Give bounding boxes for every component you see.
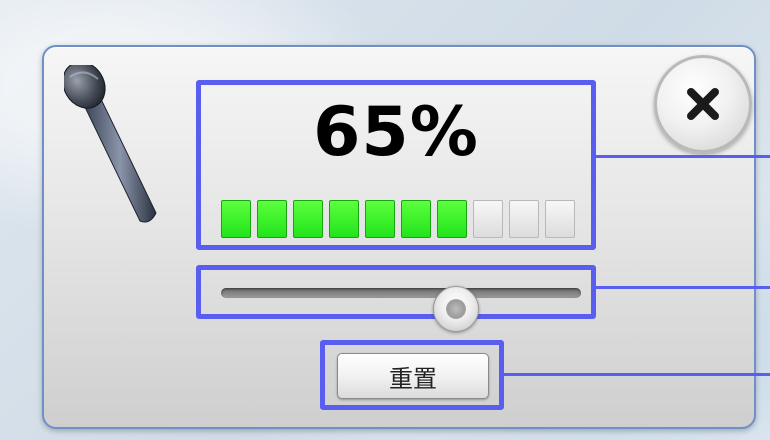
level-segment-lit <box>437 200 467 238</box>
level-segment-unlit <box>473 200 503 238</box>
level-segment-lit <box>401 200 431 238</box>
level-segment-lit <box>221 200 251 238</box>
leader-line-slider <box>596 286 770 289</box>
level-segment-lit <box>365 200 395 238</box>
leader-line-level <box>596 155 770 158</box>
leader-line-reset <box>504 373 770 376</box>
level-segment-lit <box>293 200 323 238</box>
level-segment-lit <box>257 200 287 238</box>
close-button[interactable] <box>654 55 752 153</box>
volume-slider-thumb[interactable] <box>433 286 479 332</box>
level-segment-unlit <box>545 200 575 238</box>
reset-button-highlight: 重置 <box>320 340 504 410</box>
microphone-icon <box>64 65 157 223</box>
reset-button[interactable]: 重置 <box>337 353 489 399</box>
level-segment-lit <box>329 200 359 238</box>
volume-slider-track[interactable] <box>221 286 581 332</box>
volume-percent: 65% <box>313 93 479 172</box>
level-meter <box>221 200 575 238</box>
close-x-icon <box>687 88 719 120</box>
level-segment-unlit <box>509 200 539 238</box>
level-meter-highlight: 65% <box>196 80 596 250</box>
volume-slider-highlight <box>196 265 596 332</box>
